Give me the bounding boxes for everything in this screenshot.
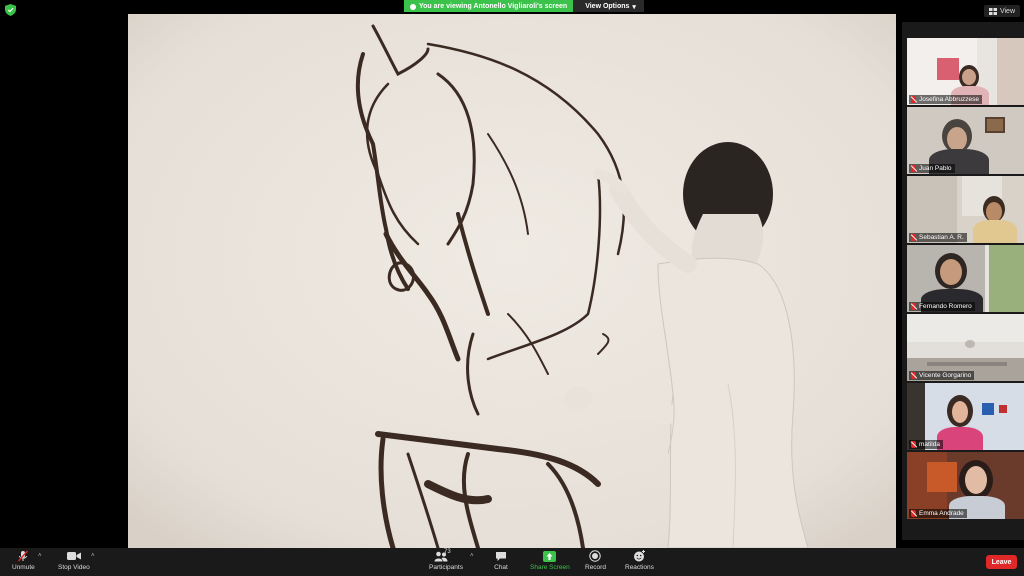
viewing-text: You are viewing Antonello Vigliaroli's s… <box>419 3 568 10</box>
participant-name: Sebastian A. R. <box>909 233 967 242</box>
video-camera-icon <box>66 552 81 560</box>
top-bar: You are viewing Antonello Vigliaroli's s… <box>0 0 1024 17</box>
participant-name: Fernando Romero <box>909 302 975 311</box>
chat-bubble-icon <box>496 551 506 561</box>
chevron-down-icon: ▾ <box>632 3 636 11</box>
record-icon <box>589 550 602 562</box>
participants-button[interactable]: 73 Participants <box>429 549 463 571</box>
participant-tile[interactable]: Emma Andrade <box>907 452 1024 519</box>
shared-screen-image <box>128 14 896 548</box>
participant-name: matilda <box>909 440 943 449</box>
view-options-label: View Options <box>585 3 630 10</box>
mic-muted-icon <box>911 96 916 103</box>
video-options-caret[interactable]: ˄ <box>91 553 95 559</box>
mic-muted-icon <box>911 234 916 241</box>
screen-share-banner: You are viewing Antonello Vigliaroli's s… <box>404 0 644 12</box>
chat-button[interactable]: Chat <box>494 550 508 571</box>
shared-screen[interactable] <box>128 14 896 548</box>
mic-muted-icon <box>911 303 916 310</box>
participant-tile[interactable]: matilda <box>907 383 1024 450</box>
mic-muted-icon <box>18 550 29 562</box>
mic-muted-icon <box>911 372 916 379</box>
participant-name: Josefina Abbruzzese <box>909 95 982 104</box>
mic-muted-icon <box>911 441 916 448</box>
unmute-button[interactable]: Unmute <box>12 550 35 571</box>
participant-tile[interactable]: Vicente Gorgarino <box>907 314 1024 381</box>
meeting-toolbar: Unmute ˄ Stop Video ˄ 73 Participants ˄ <box>0 548 1024 576</box>
shield-icon[interactable] <box>5 4 16 16</box>
participant-gallery: Josefina Abbruzzese Juan Pablo Sebastian… <box>902 22 1024 540</box>
audio-options-caret[interactable]: ˄ <box>38 553 42 559</box>
view-button[interactable]: View <box>983 5 1020 17</box>
participant-tile[interactable]: Sebastian A. R. <box>907 176 1024 243</box>
participant-tile[interactable]: Juan Pablo <box>907 107 1024 174</box>
participant-tile[interactable]: Fernando Romero <box>907 245 1024 312</box>
participant-tile[interactable]: Josefina Abbruzzese <box>907 38 1024 105</box>
participants-options-caret[interactable]: ˄ <box>470 553 474 559</box>
emoji-plus-icon <box>633 550 645 562</box>
mic-muted-icon <box>911 165 916 172</box>
view-options-button[interactable]: View Options ▾ <box>573 0 644 12</box>
participant-name: Vicente Gorgarino <box>909 371 975 380</box>
grid-icon <box>988 7 997 15</box>
leave-button[interactable]: Leave <box>986 555 1017 569</box>
reactions-button[interactable]: Reactions <box>625 550 654 571</box>
stop-video-button[interactable]: Stop Video <box>58 550 90 571</box>
share-indicator-icon <box>410 3 416 10</box>
share-screen-icon <box>543 550 557 562</box>
mic-muted-icon <box>911 510 916 517</box>
viewing-indicator: You are viewing Antonello Vigliaroli's s… <box>404 0 574 12</box>
share-screen-button[interactable]: Share Screen <box>530 550 570 571</box>
view-label: View <box>999 7 1015 15</box>
participant-name: Juan Pablo <box>909 164 955 173</box>
record-button[interactable]: Record <box>585 550 606 571</box>
participant-name: Emma Andrade <box>909 509 967 518</box>
